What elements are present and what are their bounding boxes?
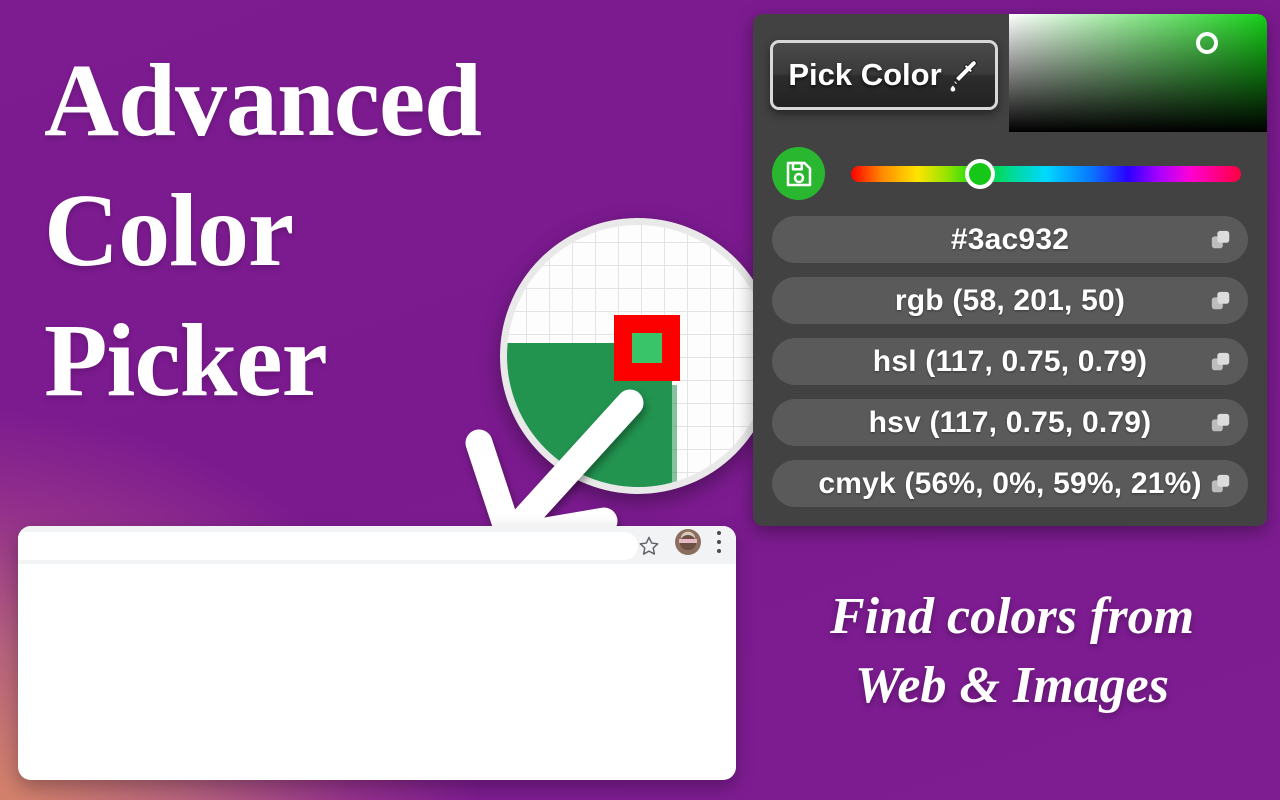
hue-slider-track[interactable] <box>851 166 1241 182</box>
color-value-hsv: hsv (117, 0.75, 0.79) <box>868 405 1152 439</box>
address-bar[interactable] <box>18 532 638 560</box>
sampled-pixel <box>632 333 662 363</box>
browser-toolbar <box>18 526 736 564</box>
hue-slider-thumb[interactable] <box>965 159 995 189</box>
poster-canvas: Advanced Color Picker Find colors from W… <box>0 0 1280 800</box>
copy-icon[interactable] <box>1210 412 1232 434</box>
kebab-menu-icon[interactable] <box>717 531 722 553</box>
title-line-1: Advanced <box>44 43 482 158</box>
color-value-row-hsv[interactable]: hsv (117, 0.75, 0.79) <box>772 399 1248 446</box>
eyedropper-icon <box>949 60 977 92</box>
copy-icon[interactable] <box>1210 351 1232 373</box>
color-value-row-rgb[interactable]: rgb (58, 201, 50) <box>772 277 1248 324</box>
copy-icon[interactable] <box>1210 229 1232 251</box>
pick-color-label: Pick Color <box>788 57 942 92</box>
hue-slider[interactable] <box>851 159 1241 189</box>
tagline-line-1: Find colors from <box>829 588 1195 645</box>
tagline: Find colors from Web & Images <box>752 583 1272 720</box>
color-marker-ring[interactable] <box>1196 32 1218 54</box>
picker-top-bar: Pick Color <box>753 14 1267 134</box>
color-value-rows: #3ac932 rgb (58, 201, 50) hsl (117, 0.75… <box>772 216 1248 521</box>
copy-icon[interactable] <box>1210 473 1232 495</box>
color-value-row-hex[interactable]: #3ac932 <box>772 216 1248 263</box>
save-color-button[interactable] <box>772 147 825 200</box>
color-value-rgb: rgb (58, 201, 50) <box>894 283 1126 317</box>
avatar-band <box>679 539 697 543</box>
pick-color-button[interactable]: Pick Color <box>770 40 998 110</box>
profile-avatar[interactable] <box>675 529 701 555</box>
color-value-row-hsl[interactable]: hsl (117, 0.75, 0.79) <box>772 338 1248 385</box>
saturation-value-area[interactable] <box>1009 14 1267 132</box>
copy-icon[interactable] <box>1210 290 1232 312</box>
floppy-save-icon <box>786 161 811 186</box>
color-picker-panel: Pick Color #3ac932 rgb (58, 201, 50) hsl… <box>753 14 1267 526</box>
tagline-line-2: Web & Images <box>855 656 1169 714</box>
color-value-cmyk: cmyk (56%, 0%, 59%, 21%) <box>818 466 1202 500</box>
color-value-hsl: hsl (117, 0.75, 0.79) <box>872 344 1148 378</box>
bookmark-star-icon[interactable] <box>638 535 660 557</box>
browser-window: G o o g l e <box>18 526 736 780</box>
pixel-selection-box <box>614 315 680 381</box>
color-value-row-cmyk[interactable]: cmyk (56%, 0%, 59%, 21%) <box>772 460 1248 507</box>
color-value-hex: #3ac932 <box>950 222 1070 256</box>
